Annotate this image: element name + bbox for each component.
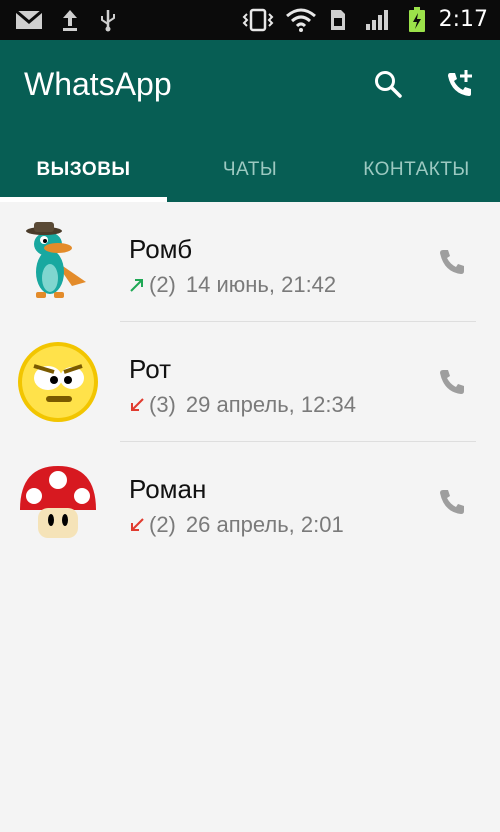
vibrate-icon <box>240 8 276 32</box>
missed-call-icon <box>129 517 145 533</box>
upload-icon <box>58 8 82 32</box>
tab-calls[interactable]: ВЫЗОВЫ <box>0 138 167 202</box>
contact-name: Ромб <box>129 234 193 264</box>
contact-name: Рот <box>129 354 171 384</box>
call-button[interactable] <box>432 484 472 524</box>
signal-icon <box>364 8 392 32</box>
app-bar: WhatsApp ВЫЗОВЫ ЧАТЫ КОНТАКТЫ <box>0 40 500 202</box>
call-count: (2) <box>149 272 176 297</box>
call-details: (2) 14 июнь, 21:42 <box>129 272 336 298</box>
tab-calls-label: ВЫЗОВЫ <box>36 159 131 180</box>
call-list: Ромб (2) 14 июнь, 21:42 Рот (3) 29 апрел… <box>0 202 500 562</box>
call-datetime: 29 апрель, 12:34 <box>185 392 356 417</box>
mushroom-avatar <box>16 460 100 544</box>
call-row[interactable]: Ромб (2) 14 июнь, 21:42 <box>0 202 500 322</box>
clock: 2:17 <box>438 7 488 32</box>
search-icon <box>373 69 403 104</box>
gmail-icon <box>14 8 44 32</box>
tab-chats[interactable]: ЧАТЫ <box>167 138 333 202</box>
call-details: (3) 29 апрель, 12:34 <box>129 392 356 418</box>
phone-icon <box>437 487 467 522</box>
wifi-icon <box>284 8 318 32</box>
call-row[interactable]: Рот (3) 29 апрель, 12:34 <box>0 322 500 442</box>
call-datetime: 14 июнь, 21:42 <box>185 272 337 297</box>
call-details: (2) 26 апрель, 2:01 <box>129 512 344 538</box>
contact-name: Роман <box>129 474 207 504</box>
call-count: (2) <box>149 512 176 537</box>
add-call-icon <box>444 68 476 105</box>
app-title: WhatsApp <box>24 66 172 102</box>
call-datetime: 26 апрель, 2:01 <box>185 512 344 537</box>
missed-call-icon <box>129 397 145 413</box>
call-row[interactable]: Роман (2) 26 апрель, 2:01 <box>0 442 500 562</box>
outgoing-call-icon <box>129 277 145 293</box>
tab-chats-label: ЧАТЫ <box>222 159 278 180</box>
call-count: (3) <box>149 392 176 417</box>
search-button[interactable] <box>366 64 410 108</box>
tab-contacts[interactable]: КОНТАКТЫ <box>333 138 500 202</box>
usb-icon <box>96 8 120 32</box>
phone-icon <box>437 247 467 282</box>
call-button[interactable] <box>432 244 472 284</box>
status-bar: 2:17 <box>0 0 500 40</box>
smiley-avatar <box>16 340 100 424</box>
call-button[interactable] <box>432 364 472 404</box>
battery-charging-icon <box>406 7 428 32</box>
phone-icon <box>437 367 467 402</box>
tab-bar: ВЫЗОВЫ ЧАТЫ КОНТАКТЫ <box>0 138 500 202</box>
platypus-avatar <box>16 220 100 304</box>
tab-contacts-label: КОНТАКТЫ <box>363 159 470 180</box>
new-call-button[interactable] <box>438 64 482 108</box>
sim-icon <box>328 8 348 32</box>
